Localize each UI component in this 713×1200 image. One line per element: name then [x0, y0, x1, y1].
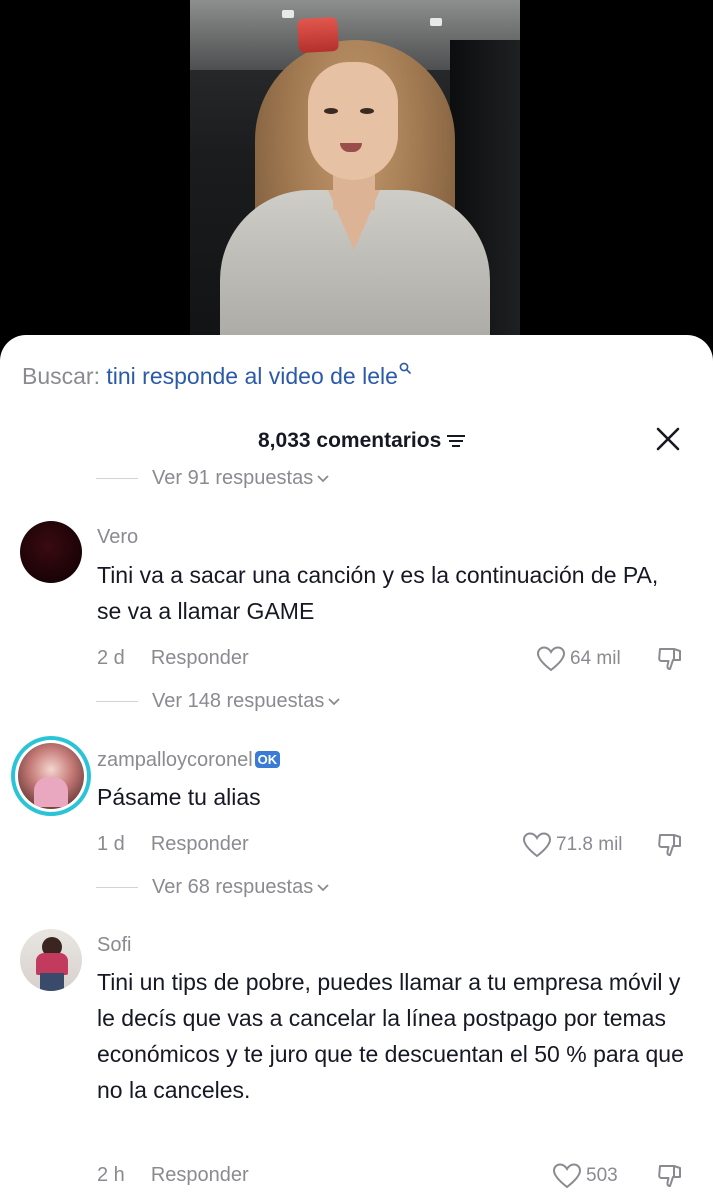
divider-line	[96, 701, 138, 703]
dislike-icon[interactable]	[656, 1162, 684, 1190]
avatar-doll	[34, 777, 68, 807]
view-replies-button[interactable]: Ver 91 respuestas	[96, 467, 329, 490]
video-light	[282, 10, 294, 18]
heart-icon[interactable]	[522, 831, 552, 859]
search-icon	[399, 362, 411, 374]
like-button[interactable]: 503	[552, 1162, 618, 1190]
like-count: 71.8 mil	[556, 834, 623, 856]
reply-button[interactable]: Responder	[151, 1164, 249, 1186]
filter-icon[interactable]	[445, 433, 467, 449]
video-person-eye	[324, 108, 338, 114]
comment-author[interactable]: zampalloycoronel OK	[97, 749, 281, 772]
search-label: Buscar:	[22, 363, 100, 389]
avatar[interactable]	[20, 929, 82, 991]
ok-badge: OK	[254, 751, 281, 768]
like-count: 64 mil	[570, 648, 621, 670]
comment-time: 1 d	[97, 833, 125, 855]
video-person-eye	[360, 108, 374, 114]
avatar-jeans	[40, 973, 64, 991]
dislike-icon[interactable]	[656, 831, 684, 859]
divider-line	[96, 478, 138, 480]
like-button[interactable]: 71.8 mil	[522, 831, 623, 859]
comment-meta: 2 d Responder	[97, 647, 249, 670]
video-person-face	[308, 62, 398, 180]
view-replies-button[interactable]: Ver 68 respuestas	[96, 876, 329, 899]
video-person-vneck	[328, 190, 380, 250]
comments-sheet: Buscar: tini responde al video de lele 8…	[0, 335, 713, 1200]
author-name: zampalloycoronel	[97, 749, 253, 771]
comment-time: 2 h	[97, 1164, 125, 1186]
view-replies-label: Ver 68 respuestas	[152, 876, 314, 898]
comment-meta: 1 d Responder	[97, 833, 249, 856]
comment-author[interactable]: Vero	[97, 526, 138, 549]
comment-meta: 2 h Responder	[97, 1164, 249, 1187]
heart-icon[interactable]	[552, 1162, 582, 1190]
like-button[interactable]: 64 mil	[536, 645, 621, 673]
close-icon[interactable]	[654, 425, 682, 453]
avatar-top	[36, 953, 68, 975]
video-hair-roller	[297, 16, 339, 54]
heart-icon[interactable]	[536, 645, 566, 673]
comment-author[interactable]: Sofi	[97, 934, 131, 957]
chevron-down-icon	[317, 475, 329, 482]
search-query[interactable]: tini responde al video de lele	[106, 363, 398, 389]
like-count: 503	[586, 1165, 618, 1187]
avatar[interactable]	[18, 743, 84, 809]
comment-count: 8,033 comentarios	[258, 429, 442, 452]
comment-text: Tini un tips de pobre, puedes llamar a t…	[97, 969, 684, 1103]
chevron-down-icon	[317, 884, 329, 891]
comment-time: 2 d	[97, 647, 125, 669]
search-suggestion[interactable]: Buscar: tini responde al video de lele	[22, 362, 411, 390]
view-replies-label: Ver 91 respuestas	[152, 467, 314, 489]
comment-text: Pásame tu alias	[97, 784, 261, 810]
dislike-icon[interactable]	[656, 645, 684, 673]
video-frame[interactable]	[190, 0, 520, 345]
video-light	[430, 18, 442, 26]
comments-header: 8,033 comentarios	[0, 427, 713, 459]
avatar[interactable]	[20, 521, 82, 583]
view-replies-button[interactable]: Ver 148 respuestas	[96, 690, 340, 713]
comment-text: Tini va a sacar una canción y es la cont…	[97, 562, 659, 624]
divider-line	[96, 887, 138, 889]
story-ring[interactable]	[11, 736, 91, 816]
reply-button[interactable]: Responder	[151, 647, 249, 669]
comment-count-sort[interactable]: 8,033 comentarios	[258, 429, 467, 453]
view-replies-label: Ver 148 respuestas	[152, 690, 325, 712]
chevron-down-icon	[328, 698, 340, 705]
header-mask	[0, 459, 713, 467]
reply-button[interactable]: Responder	[151, 833, 249, 855]
